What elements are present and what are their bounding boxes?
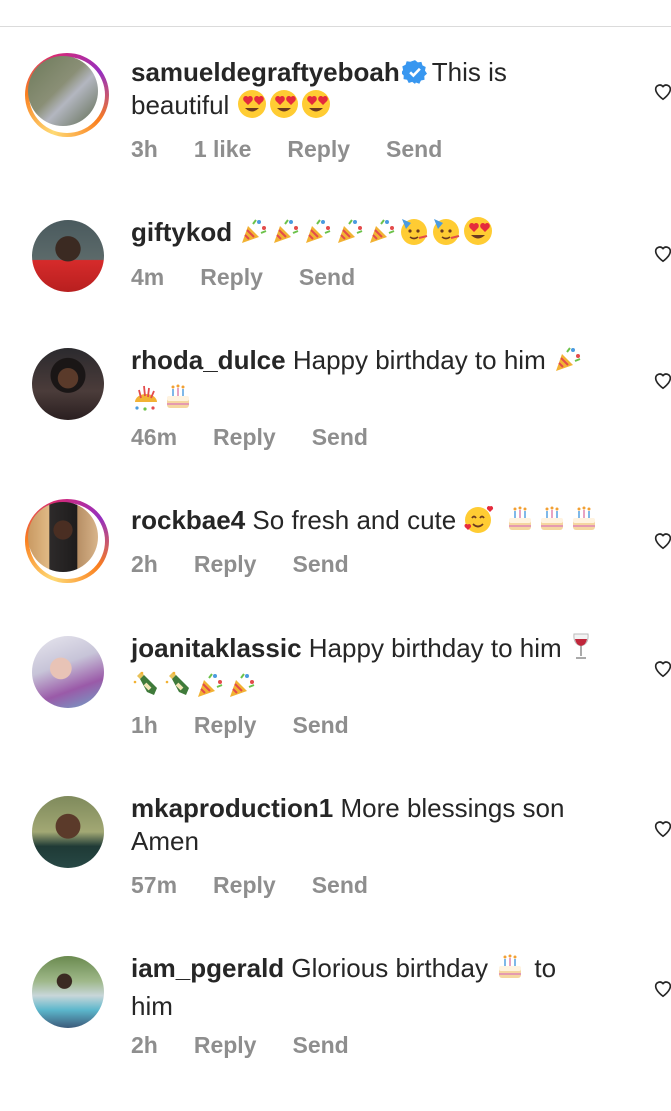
avatar[interactable]	[32, 220, 104, 292]
party-popper-icon	[367, 216, 397, 254]
like-heart-icon[interactable]	[652, 977, 671, 999]
reply-button[interactable]: Reply	[200, 264, 263, 290]
like-heart-icon[interactable]	[652, 529, 671, 551]
comment-time: 46m	[131, 424, 178, 450]
like-count-link[interactable]: 1 like	[194, 136, 252, 162]
comment-text: This is	[431, 57, 507, 87]
champagne-icon	[131, 670, 161, 708]
birthday-cake-icon	[495, 952, 525, 990]
comment-text: Happy birthday to him	[292, 345, 546, 375]
like-heart-icon[interactable]	[652, 369, 671, 391]
comment-username[interactable]: mkaproduction1	[131, 793, 333, 823]
comment-text: More blessings son	[340, 793, 565, 823]
comment-text: Happy birthday to him	[308, 633, 562, 663]
party-popper-icon	[227, 670, 257, 708]
reply-button[interactable]: Reply	[194, 1032, 257, 1058]
send-button[interactable]: Send	[386, 136, 442, 162]
party-popper-icon	[335, 216, 365, 254]
like-heart-icon[interactable]	[652, 817, 671, 839]
avatar	[28, 502, 98, 572]
confetti-ball-icon	[131, 382, 161, 420]
comment-text-cont: him	[131, 991, 173, 1021]
party-popper-icon	[303, 216, 333, 254]
comment-time: 3h	[131, 136, 158, 162]
avatar-image	[32, 636, 104, 708]
verified-badge-icon	[401, 60, 427, 84]
smiling-face-with-hearts-icon	[463, 504, 495, 542]
comment-username[interactable]: rhoda_dulce	[131, 345, 286, 375]
send-button[interactable]: Send	[292, 551, 348, 577]
heart-eyes-icon	[237, 89, 267, 127]
avatar-image	[32, 348, 104, 420]
avatar-image	[32, 220, 104, 292]
heart-eyes-icon	[463, 216, 493, 254]
comment-text-cont: beautiful	[131, 90, 230, 120]
party-popper-icon	[239, 216, 269, 254]
comment-username[interactable]: samueldegraftyeboah	[131, 57, 400, 87]
comment-time: 2h	[131, 1032, 158, 1058]
comment-text-cont: Amen	[131, 826, 199, 856]
avatar[interactable]	[32, 956, 104, 1028]
avatar	[28, 56, 98, 126]
partying-face-icon	[431, 216, 461, 254]
party-popper-icon	[195, 670, 225, 708]
birthday-cake-icon	[163, 382, 193, 420]
send-button[interactable]: Send	[292, 1032, 348, 1058]
avatar-image	[32, 956, 104, 1028]
avatar[interactable]	[32, 636, 104, 708]
wine-glass-icon	[569, 632, 593, 670]
heart-eyes-icon	[269, 89, 299, 127]
reply-button[interactable]: Reply	[287, 136, 350, 162]
comment-time: 1h	[131, 712, 158, 738]
comment-username[interactable]: iam_pgerald	[131, 953, 284, 983]
send-button[interactable]: Send	[312, 424, 368, 450]
heart-eyes-icon	[301, 89, 331, 127]
avatar-story-ring[interactable]	[25, 499, 109, 583]
comment-text-after: to	[534, 953, 557, 983]
birthday-cake-icon	[569, 504, 599, 542]
comment-time: 2h	[131, 551, 158, 577]
avatar-image	[32, 796, 104, 868]
party-popper-icon	[553, 344, 583, 382]
reply-button[interactable]: Reply	[213, 424, 276, 450]
comment-username[interactable]: joanitaklassic	[131, 633, 302, 663]
champagne-icon	[163, 670, 193, 708]
like-heart-icon[interactable]	[652, 242, 671, 264]
send-button[interactable]: Send	[292, 712, 348, 738]
reply-button[interactable]: Reply	[194, 551, 257, 577]
like-heart-icon[interactable]	[652, 657, 671, 679]
avatar[interactable]	[32, 796, 104, 868]
send-button[interactable]: Send	[299, 264, 355, 290]
comment-text: Glorious birthday	[291, 953, 488, 983]
partying-face-icon	[399, 216, 429, 254]
party-popper-icon	[271, 216, 301, 254]
comment-time: 4m	[131, 264, 165, 290]
birthday-cake-icon	[505, 504, 535, 542]
comment-username[interactable]: rockbae4	[131, 505, 245, 535]
birthday-cake-icon	[537, 504, 567, 542]
reply-button[interactable]: Reply	[213, 872, 276, 898]
comment-username[interactable]: giftykod	[131, 217, 232, 247]
avatar[interactable]	[32, 348, 104, 420]
send-button[interactable]: Send	[312, 872, 368, 898]
comment-time: 57m	[131, 872, 178, 898]
top-divider	[0, 26, 671, 27]
like-heart-icon[interactable]	[652, 80, 671, 102]
comment-text: So fresh and cute	[252, 505, 457, 535]
avatar-story-ring[interactable]	[25, 53, 109, 137]
reply-button[interactable]: Reply	[194, 712, 257, 738]
